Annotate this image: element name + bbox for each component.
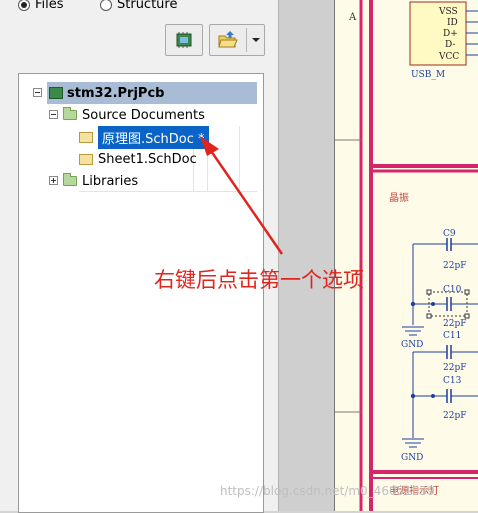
gnd-symbol: GND — [401, 326, 424, 350]
project-label: stm32.PrjPcb — [67, 85, 165, 101]
chevron-down-icon[interactable] — [252, 38, 260, 42]
gnd-label: GND — [401, 340, 423, 350]
document-label: 原理图.SchDoc * — [98, 125, 209, 149]
cap-value: 22pF — [443, 319, 466, 329]
pcb-project-icon — [49, 87, 63, 99]
expand-icon[interactable] — [49, 176, 58, 185]
schematic-canvas[interactable]: A VSS ID D+ D- VCC USB_M 晶振 C9 22pF C10 — [334, 0, 478, 511]
cap-value: 22pF — [443, 411, 466, 421]
tree-item-sheet1[interactable]: Sheet1.SchDoc — [79, 148, 197, 170]
tree-item-schdoc-selected[interactable]: 原理图.SchDoc * — [79, 125, 209, 149]
tree-item-libraries[interactable]: Libraries — [49, 170, 139, 192]
files-radio-label: Files — [35, 0, 64, 12]
folder-icon — [63, 173, 77, 186]
cap-ref: C11 — [443, 331, 461, 341]
tree-item-source-documents[interactable]: Source Documents — [49, 104, 205, 126]
panel-splitter[interactable] — [278, 0, 335, 511]
schematic-drawing: A VSS ID D+ D- VCC USB_M 晶振 C9 22pF C10 — [335, 0, 478, 511]
usb-pin: ID — [447, 18, 458, 28]
project-tree[interactable]: stm32.PrjPcb Source Documents 原理图.SchDoc… — [18, 73, 264, 513]
schematic-doc-icon — [79, 153, 93, 165]
gnd-label: GND — [401, 453, 423, 463]
document-label: Sheet1.SchDoc — [98, 151, 197, 167]
projects-panel: Files Structure stm32.PrjPcb Source Docu… — [0, 0, 278, 513]
source-folder-label: Source Documents — [82, 107, 205, 123]
structure-radio-label: Structure — [117, 0, 178, 12]
tree-grid-line — [239, 126, 240, 192]
usb-ref: USB_M — [411, 70, 445, 80]
usb-pin: VCC — [438, 52, 459, 62]
power-section-label: 电源指示灯 — [389, 484, 439, 497]
open-project-button[interactable] — [209, 24, 265, 56]
usb-pin: VSS — [438, 7, 458, 17]
cap-value: 22pF — [443, 363, 466, 373]
structure-radio[interactable]: Structure — [100, 0, 177, 12]
collapse-icon[interactable] — [33, 88, 42, 97]
collapse-icon[interactable] — [49, 110, 58, 119]
cap-value: 22pF — [443, 261, 466, 271]
compile-button[interactable] — [165, 24, 203, 56]
radio-selected-icon — [18, 0, 30, 11]
libraries-label: Libraries — [82, 173, 139, 189]
cap-ref: C9 — [443, 229, 456, 239]
usb-pin: D+ — [443, 29, 458, 39]
schematic-doc-icon — [79, 131, 93, 143]
files-radio[interactable]: Files — [18, 0, 64, 12]
border-row-label: A — [348, 12, 357, 23]
open-folder-icon — [218, 31, 238, 48]
cap-ref: C13 — [443, 376, 462, 386]
compile-chip-icon — [176, 32, 192, 48]
radio-unselected-icon — [100, 0, 112, 11]
gnd-symbol: GND — [401, 438, 424, 463]
crystal-section-label: 晶振 — [389, 191, 409, 204]
usb-pin: D- — [445, 40, 455, 50]
button-separator — [246, 28, 247, 52]
cap-ref: C10 — [443, 285, 462, 295]
tree-item-project[interactable]: stm32.PrjPcb — [33, 82, 257, 104]
folder-icon — [63, 107, 77, 120]
